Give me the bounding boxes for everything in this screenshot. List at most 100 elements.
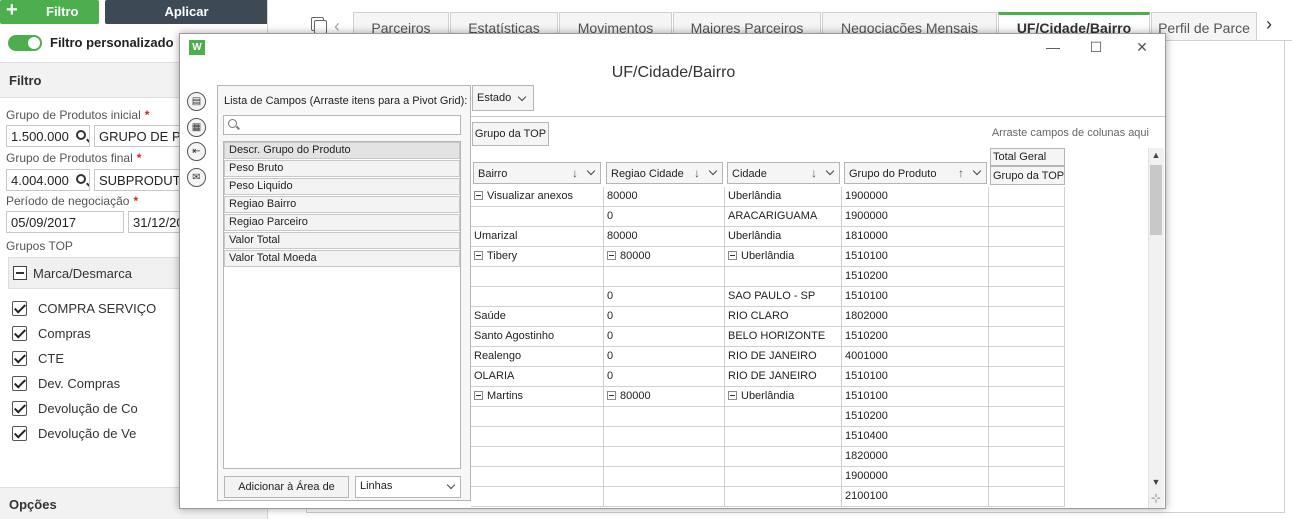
field-search-input[interactable] <box>223 115 461 135</box>
cell-total <box>989 267 1065 287</box>
row-header-regiao-cidade[interactable]: Regiao Cidade ↓ <box>606 162 723 184</box>
grupo-final-code-value: 4.004.000 <box>11 173 69 188</box>
field-item[interactable]: Peso Bruto <box>224 160 460 177</box>
maximize-button[interactable]: ☐ <box>1086 38 1106 56</box>
grupo-inicial-code-input[interactable]: 1.500.000 <box>6 125 90 147</box>
field-list-panel: Lista de Campos (Arraste itens para a Pi… <box>217 85 471 501</box>
grupo-final-code-input[interactable]: 4.004.000 <box>6 169 90 191</box>
field-item[interactable]: Descr. Grupo do Produto <box>224 142 460 159</box>
cell-regiao: 0 <box>604 287 725 307</box>
custom-filter-toggle[interactable] <box>8 35 42 51</box>
collapse-icon[interactable] <box>474 251 483 260</box>
cell-total <box>989 187 1065 207</box>
cell-cidade: ARACARIGUAMA <box>725 207 842 227</box>
collapse-icon[interactable] <box>607 391 616 400</box>
tab-perfil-de-parceiro[interactable]: Perfil de Parce <box>1151 12 1257 41</box>
cell-regiao: 0 <box>604 327 725 347</box>
total-geral-subheader[interactable]: Grupo da TOP <box>990 166 1065 185</box>
cell-bairro: OLARIA <box>471 367 604 387</box>
cell-text: Santo Agostinho <box>474 330 555 342</box>
cell-cidade: Uberlândia <box>725 227 842 247</box>
cell-regiao: 0 <box>604 307 725 327</box>
scroll-up-icon[interactable]: ▲ <box>1149 148 1163 162</box>
field-item[interactable]: Peso Liquido <box>224 178 460 195</box>
scrollbar-thumb[interactable] <box>1150 165 1162 235</box>
collapse-icon[interactable] <box>728 391 737 400</box>
sort-down-icon[interactable]: ↓ <box>572 166 578 180</box>
collapse-icon[interactable] <box>474 391 483 400</box>
cell-regiao <box>604 427 725 447</box>
checkbox-label: COMPRA SERVIÇO <box>38 301 157 316</box>
cell-text: Uberlândia <box>741 390 795 402</box>
checkbox-checked-icon[interactable] <box>12 376 27 391</box>
area-select[interactable]: Linhas <box>355 476 461 498</box>
row-header-cidade[interactable]: Cidade ↓ <box>727 162 840 184</box>
periodo-inicio-input[interactable]: 05/09/2017 <box>6 211 124 233</box>
row-header-grupo-produto[interactable]: Grupo do Produto ↑ <box>844 162 987 184</box>
collapse-icon[interactable] <box>728 251 737 260</box>
cell-grupo: 1802000 <box>842 307 989 327</box>
field-item[interactable]: Regiao Parceiro <box>224 214 460 231</box>
grid-icon[interactable]: ▦ <box>187 118 206 137</box>
checkbox-checked-icon[interactable] <box>12 401 27 416</box>
checkbox-checked-icon[interactable] <box>12 301 27 316</box>
checkbox-label: CTE <box>38 351 64 366</box>
chevron-down-icon <box>446 480 456 490</box>
apply-button[interactable]: Aplicar <box>105 0 267 24</box>
search-icon[interactable] <box>76 130 86 140</box>
filter-button[interactable]: + Filtro <box>0 0 99 24</box>
field-item[interactable]: Valor Total <box>224 232 460 249</box>
chevron-down-icon[interactable] <box>708 166 718 176</box>
sort-down-icon[interactable]: ↓ <box>694 166 700 180</box>
resize-icon[interactable]: ⊹ <box>1149 491 1163 505</box>
grupo-final-label-text: Grupo de Produtos final <box>6 151 133 165</box>
sort-up-icon[interactable]: ↑ <box>958 166 964 180</box>
cell-text: 1802000 <box>845 310 888 322</box>
cell-regiao <box>604 447 725 467</box>
copy-icon[interactable] <box>311 17 327 34</box>
chevron-down-icon[interactable] <box>972 166 982 176</box>
cell-text: Saúde <box>474 310 506 322</box>
chevron-down-icon[interactable] <box>825 166 835 176</box>
cell-bairro: Tibery <box>471 247 604 267</box>
collapse-icon[interactable] <box>607 251 616 260</box>
periodo-fim-input[interactable]: 31/12/20 <box>128 211 184 233</box>
collapse-icon[interactable] <box>474 191 483 200</box>
export-icon[interactable]: ⇤ <box>187 142 206 161</box>
grupo-final-desc-input[interactable]: SUBPRODUT <box>94 169 184 191</box>
field-item[interactable]: Regiao Bairro <box>224 196 460 213</box>
cell-grupo: 2100100 <box>842 487 989 507</box>
checkbox-checked-icon[interactable] <box>12 326 27 341</box>
filter-field-label: Estado <box>477 92 512 104</box>
chevron-right-icon[interactable]: › <box>1266 14 1272 35</box>
cell-total <box>989 347 1065 367</box>
add-to-area-button[interactable]: Adicionar à Área de <box>224 476 349 498</box>
chevron-down-icon[interactable] <box>586 166 596 176</box>
column-field-grupo-top[interactable]: Grupo da TOP <box>472 122 549 146</box>
grupo-inicial-desc-input[interactable]: GRUPO DE P <box>94 125 184 147</box>
cell-text: BELO HORIZONTE <box>728 330 826 342</box>
minus-box-icon <box>13 266 27 280</box>
filter-field-estado[interactable]: Estado <box>472 85 534 111</box>
cell-regiao: 80000 <box>604 387 725 407</box>
cell-bairro <box>471 487 604 507</box>
cell-cidade <box>725 267 842 287</box>
row-header-bairro[interactable]: Bairro ↓ <box>473 162 601 184</box>
cell-regiao: 0 <box>604 367 725 387</box>
close-button[interactable]: ✕ <box>1132 38 1152 56</box>
grupo-inicial-label: Grupo de Produtos inicial * <box>6 108 149 122</box>
field-list-box: Descr. Grupo do Produto Peso Bruto Peso … <box>223 141 461 469</box>
sort-down-icon[interactable]: ↓ <box>811 166 817 180</box>
chevron-down-icon[interactable] <box>517 92 527 102</box>
field-list-icon[interactable]: ▤ <box>187 92 206 111</box>
scroll-down-icon[interactable]: ▼ <box>1149 475 1163 489</box>
field-item[interactable]: Valor Total Moeda <box>224 250 460 267</box>
cell-bairro: Martins <box>471 387 604 407</box>
checkbox-checked-icon[interactable] <box>12 426 27 441</box>
minimize-button[interactable]: — <box>1043 38 1063 56</box>
checkbox-checked-icon[interactable] <box>12 351 27 366</box>
search-icon[interactable] <box>76 174 86 184</box>
checkbox-label: Compras <box>38 326 91 341</box>
email-icon[interactable]: ✉ <box>187 168 206 187</box>
cell-text: Visualizar anexos <box>487 190 574 202</box>
